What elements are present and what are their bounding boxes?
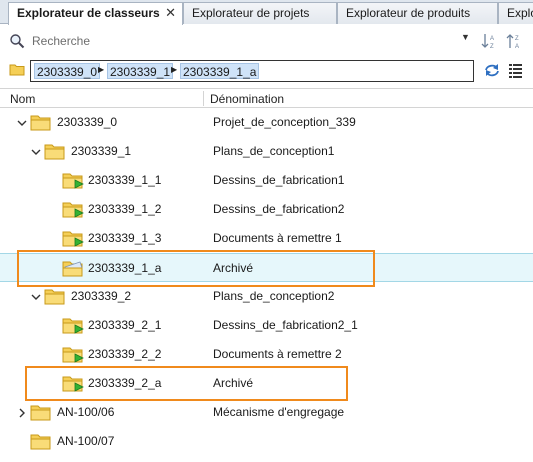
tree-item-name: 2303339_1_3	[88, 231, 162, 245]
breadcrumb-item[interactable]: 2303339_1_a	[180, 63, 260, 79]
tree-item-name: 2303339_2	[71, 289, 132, 303]
breadcrumb-item[interactable]: 2303339_0	[34, 63, 101, 79]
chevron-right-icon[interactable]: ▶	[171, 65, 177, 74]
tab-explorateur-classeurs[interactable]: Explorateur de classeurs ✕	[8, 2, 183, 25]
folder-icon	[9, 64, 25, 76]
tree-item-name: 2303339_1_2	[88, 202, 162, 216]
sort-ascending-icon[interactable]: A Z	[480, 32, 498, 50]
folder-icon	[30, 113, 52, 131]
tree-item-name: 2303339_0	[57, 115, 118, 129]
tree-item-description: Dessins_de_fabrication2_1	[213, 318, 358, 332]
tree-item-name: AN-100/07	[57, 434, 115, 448]
tree-row[interactable]: AN-100/07	[0, 427, 533, 456]
svg-text:Z: Z	[515, 36, 519, 42]
tree-row[interactable]: 2303339_2 Plans_de_conception2	[0, 282, 533, 311]
svg-text:A: A	[515, 44, 519, 50]
tree-item-name: 2303339_1_a	[88, 261, 162, 275]
tree-item-description: Projet_de_conception_339	[213, 115, 356, 129]
tab-overflow[interactable]: Explo	[498, 2, 533, 24]
chevron-down-icon[interactable]: ▼	[461, 32, 470, 42]
close-icon[interactable]: ✕	[165, 3, 176, 23]
tree-row[interactable]: 2303339_2_a Archivé	[0, 369, 533, 398]
tree-row[interactable]: 2303339_1_1 Dessins_de_fabrication1	[0, 166, 533, 195]
path-bar: 2303339_0 ▶ 2303339_1 ▶ 2303339_1_a	[0, 58, 533, 84]
tree-item-name: 2303339_2_1	[88, 318, 162, 332]
tree-row[interactable]: 2303339_1_2 Dessins_de_fabrication2	[0, 195, 533, 224]
chevron-down-icon[interactable]	[31, 291, 41, 301]
tab-bar: Explorateur de classeurs ✕ Explorateur d…	[0, 0, 533, 25]
tab-label: Explorateur de classeurs	[17, 6, 160, 20]
tree-item-description: Plans_de_conception2	[213, 289, 335, 303]
tab-label: Explorateur de projets	[192, 6, 310, 20]
tree-item-description: Mécanisme d'engregage	[213, 405, 345, 419]
tree-item-name: 2303339_2_2	[88, 347, 162, 361]
tab-label: Explorateur de produits	[346, 6, 471, 20]
archived-folder-icon	[62, 259, 84, 277]
tree-item-description: Plans_de_conception1	[213, 144, 335, 158]
tree-row[interactable]: 2303339_1_3 Documents à remettre 1	[0, 224, 533, 253]
tree-row[interactable]: 2303339_0 Projet_de_conception_339	[0, 108, 533, 137]
refresh-icon[interactable]	[483, 62, 501, 78]
folder-icon	[30, 432, 52, 450]
tab-label: Explo	[507, 6, 533, 20]
tree-item-description: Documents à remettre 2	[213, 347, 342, 361]
tree-item-description: Archivé	[213, 376, 254, 390]
workbook-folder-icon	[62, 200, 84, 218]
svg-text:A: A	[490, 36, 494, 42]
column-description[interactable]: Dénomination	[210, 92, 284, 106]
tree-item-description: Documents à remettre 1	[213, 231, 342, 245]
tree-row[interactable]: AN-100/06 Mécanisme d'engregage	[0, 398, 533, 427]
folder-icon	[30, 403, 52, 421]
tree-item-name: 2303339_2_a	[88, 376, 162, 390]
sort-descending-icon[interactable]: Z A	[505, 32, 523, 50]
search-input[interactable]: Recherche	[32, 34, 90, 48]
tab-explorateur-produits[interactable]: Explorateur de produits	[337, 2, 498, 24]
chevron-down-icon[interactable]	[31, 146, 41, 156]
tree-item-name: 2303339_1	[71, 144, 132, 158]
chevron-right-icon[interactable]: ▶	[98, 65, 104, 74]
tab-explorateur-projets[interactable]: Explorateur de projets	[183, 2, 337, 24]
svg-text:Z: Z	[490, 44, 494, 50]
tree-row[interactable]: 2303339_2_2 Documents à remettre 2	[0, 340, 533, 369]
tree-item-description: Dessins_de_fabrication2	[213, 202, 345, 216]
workbook-folder-icon	[62, 374, 84, 392]
list-options-icon[interactable]	[507, 62, 525, 80]
folder-icon	[44, 287, 66, 305]
tree-item-name: AN-100/06	[57, 405, 115, 419]
workbook-folder-icon	[62, 229, 84, 247]
search-bar[interactable]: Recherche ▼ A Z Z A	[0, 29, 533, 53]
tree-row[interactable]: 2303339_2_1 Dessins_de_fabrication2_1	[0, 311, 533, 340]
tree-item-description: Archivé	[213, 261, 254, 275]
tree-row[interactable]: 2303339_1_a Archivé	[0, 253, 533, 282]
workbook-folder-icon	[62, 316, 84, 334]
folder-icon	[44, 142, 66, 160]
column-divider[interactable]	[203, 91, 204, 106]
workbook-folder-icon	[62, 345, 84, 363]
chevron-right-icon[interactable]	[17, 407, 27, 418]
column-name[interactable]: Nom	[10, 92, 35, 106]
column-header: Nom Dénomination	[0, 88, 533, 108]
chevron-down-icon[interactable]	[17, 117, 27, 127]
tree-item-name: 2303339_1_1	[88, 173, 162, 187]
search-icon	[10, 34, 25, 49]
workbook-folder-icon	[62, 171, 84, 189]
tree-row[interactable]: 2303339_1 Plans_de_conception1	[0, 137, 533, 166]
breadcrumb-item[interactable]: 2303339_1	[107, 63, 174, 79]
tree-item-description: Dessins_de_fabrication1	[213, 173, 345, 187]
breadcrumb[interactable]: 2303339_0 ▶ 2303339_1 ▶ 2303339_1_a	[30, 60, 474, 82]
